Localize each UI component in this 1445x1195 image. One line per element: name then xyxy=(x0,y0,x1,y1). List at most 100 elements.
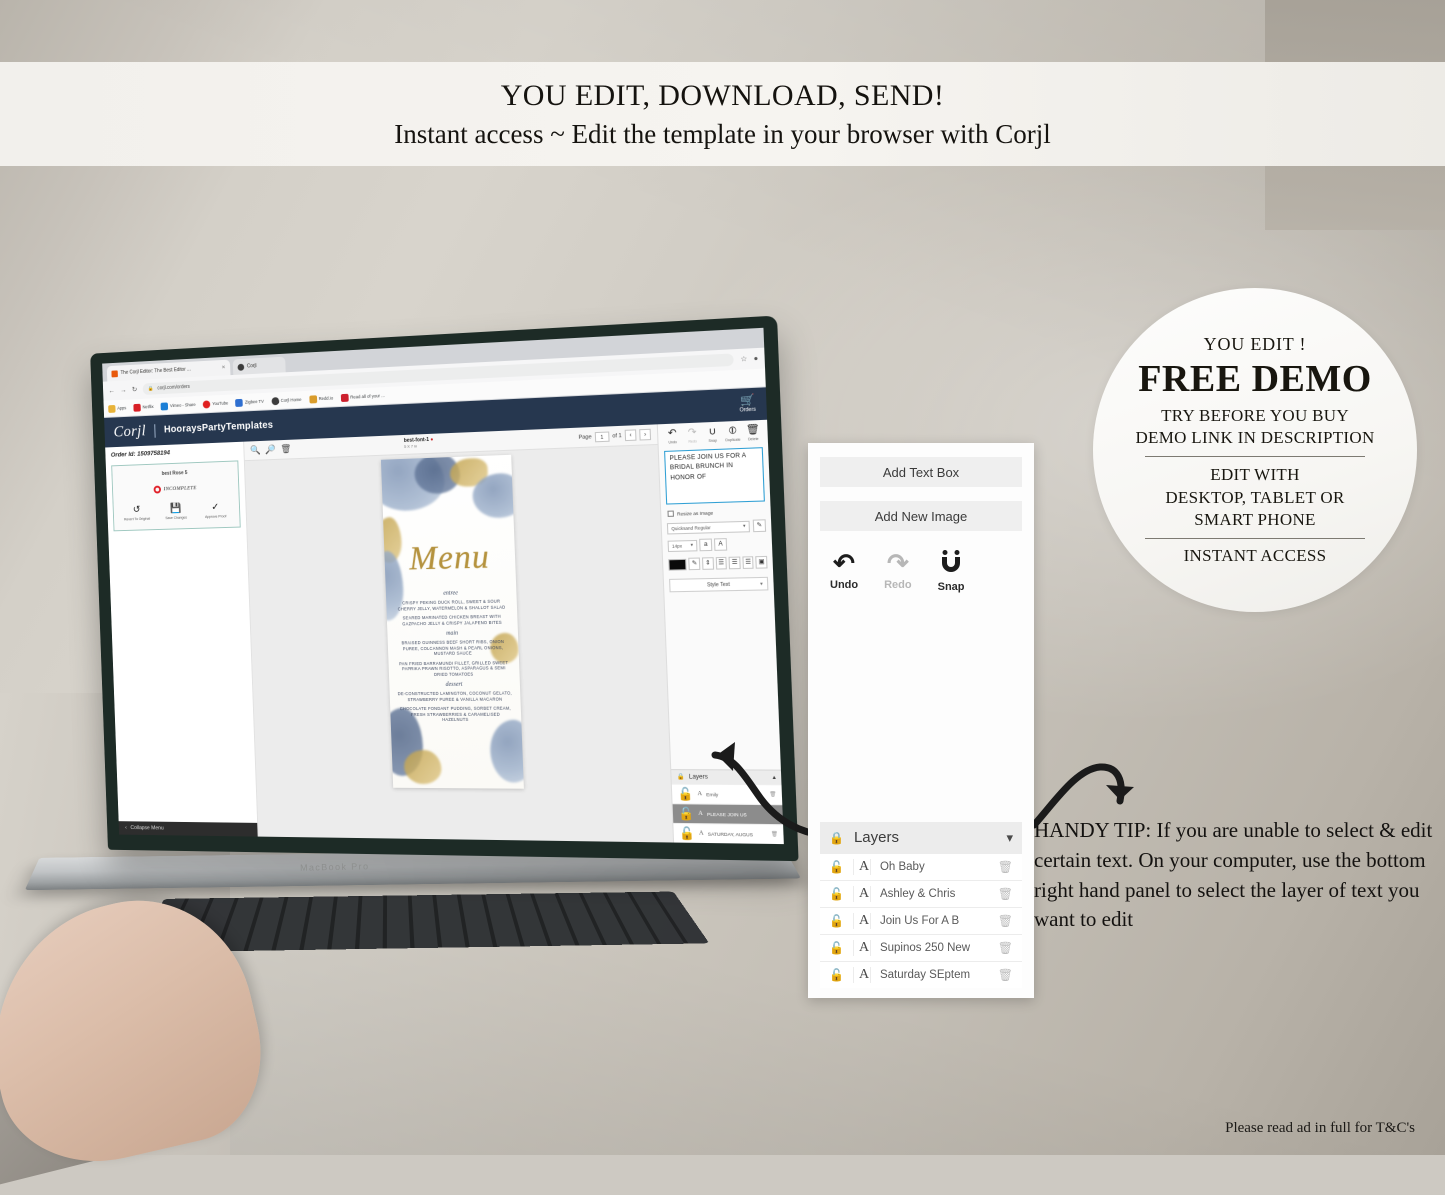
app-icon[interactable] xyxy=(287,843,300,844)
unsaved-dot-icon: ● xyxy=(430,437,433,443)
add-text-box-button[interactable]: Add Text Box xyxy=(820,457,1022,487)
resize-as-image-checkbox[interactable]: Resize as Image xyxy=(667,508,764,517)
lock-icon: 🔒 xyxy=(148,386,154,392)
template-title: Menu xyxy=(384,540,516,577)
chevron-left-icon[interactable]: ‹ xyxy=(625,429,637,441)
profile-icon[interactable]: ● xyxy=(753,355,758,363)
layer-name: Join Us For A B xyxy=(880,915,959,927)
bookmark-item[interactable]: YouTube xyxy=(203,399,229,408)
back-icon[interactable]: ← xyxy=(108,387,115,394)
bookmark-favicon-icon xyxy=(133,403,141,411)
magnet-snap-icon: ∪ xyxy=(708,427,716,438)
zoom-out-icon[interactable]: 🔎 xyxy=(265,444,276,455)
edge-icon[interactable] xyxy=(255,843,268,844)
undo-button[interactable]: ↶ Undo xyxy=(830,550,858,593)
trash-icon[interactable]: 🗑 xyxy=(998,941,1013,955)
trash-icon[interactable]: 🗑 xyxy=(280,444,291,455)
align-left-button[interactable]: ☰ xyxy=(715,557,727,570)
list-item[interactable]: 🔓 A Oh Baby 🗑 xyxy=(820,853,1022,880)
page-input[interactable]: 1 xyxy=(595,431,610,442)
duplicate-button[interactable]: ⦶ Duplicate xyxy=(722,426,743,442)
eyedropper-icon[interactable]: ✎ xyxy=(689,557,701,570)
decrease-font-button[interactable]: a xyxy=(699,538,712,551)
text-color-swatch[interactable] xyxy=(668,558,687,570)
redo-button[interactable]: ↷ Redo xyxy=(884,550,912,593)
revert-to-original-button[interactable]: ↺ Revert To Original xyxy=(117,505,156,522)
list-item[interactable]: 🔓 A Join Us For A B 🗑 xyxy=(820,907,1022,934)
browser-tab-second[interactable]: Corjl xyxy=(233,357,286,375)
windows-start-icon[interactable]: ▦ xyxy=(124,841,134,844)
chevron-down-icon[interactable]: ▾ xyxy=(1006,830,1013,846)
text-content-input[interactable]: PLEASE JOIN US FOR A BRIDAL BRUNCH IN HO… xyxy=(664,447,765,504)
lock-open-icon[interactable]: 🔓 xyxy=(829,887,844,901)
forward-icon[interactable]: → xyxy=(120,387,127,394)
snap-button[interactable]: ∪ Snap xyxy=(702,427,723,443)
align-center-button[interactable]: ☰ xyxy=(729,557,741,570)
undo-button[interactable]: ↶ Undo xyxy=(662,428,683,444)
font-size-select[interactable]: 14px ▾ xyxy=(668,539,698,551)
style-text-select[interactable]: Style Text ▾ xyxy=(669,577,768,593)
text-layer-icon: A xyxy=(853,940,871,956)
line-height-button[interactable]: ⇕ xyxy=(702,557,714,570)
format-row: ✎ ⇕ ☰ ☰ ☰ ▣ xyxy=(668,556,767,571)
lock-open-icon[interactable]: 🔓 xyxy=(829,941,844,955)
bookmark-favicon-icon xyxy=(341,393,349,401)
chevron-right-icon[interactable]: › xyxy=(639,429,651,441)
close-icon[interactable]: ✕ xyxy=(222,365,226,371)
lock-open-icon[interactable]: 🔓 xyxy=(829,968,844,982)
trash-icon[interactable]: 🗑 xyxy=(998,968,1013,982)
save-changes-button[interactable]: 💾 Save Changes xyxy=(156,504,195,521)
align-right-button[interactable]: ☰ xyxy=(742,556,754,569)
badge-devices-1: DESKTOP, TABLET OR xyxy=(1165,487,1344,509)
trash-icon[interactable]: 🗑 xyxy=(998,887,1013,901)
orders-button[interactable]: 🛒 Orders xyxy=(739,395,756,413)
increase-font-button[interactable]: A xyxy=(714,538,727,551)
bookmark-item[interactable]: Redd.io xyxy=(309,394,333,403)
list-item[interactable]: 🔓 A Supinos 250 New 🗑 xyxy=(820,934,1022,961)
layout-button[interactable]: ▣ xyxy=(756,556,768,569)
font-family-select[interactable]: Quicksand Regular ▾ xyxy=(667,520,750,534)
zoom-in-icon[interactable]: 🔍 xyxy=(250,445,261,456)
document-label: best-font-1 ● 5 X 7 in xyxy=(404,437,434,449)
layers-header[interactable]: 🔒 Layers ▾ xyxy=(820,822,1022,853)
lock-open-icon[interactable]: 🔓 xyxy=(829,860,844,874)
panel-tool-row: ↶ Undo ↷ Redo Snap xyxy=(820,545,1022,593)
menu-template-preview[interactable]: Menu entree CRISPY PEKING DUCK ROLL, SWE… xyxy=(381,455,524,789)
template-menu-item: PAN FRIED BARRAMUNDI FILLET, GRILLED SWE… xyxy=(396,660,511,678)
bookmark-item[interactable]: Read all of your ... xyxy=(341,392,385,402)
text-layer-icon: A xyxy=(853,913,871,929)
tab-favicon-icon xyxy=(111,370,118,377)
redo-button[interactable]: ↷ Redo xyxy=(682,428,703,444)
bookmark-item[interactable]: Corjl Home xyxy=(271,396,301,405)
trash-icon[interactable]: 🗑 xyxy=(998,860,1013,874)
collapse-menu-button[interactable]: ‹ Collapse Menu xyxy=(119,821,258,836)
snap-button[interactable]: Snap xyxy=(938,550,965,593)
font-preview-button[interactable]: ✎ xyxy=(753,519,766,532)
lock-open-icon[interactable]: 🔓 xyxy=(829,914,844,928)
delete-button[interactable]: 🗑 Delete xyxy=(743,425,764,441)
app-icon[interactable] xyxy=(271,843,284,844)
canvas-area: Menu entree CRISPY PEKING DUCK ROLL, SWE… xyxy=(245,445,673,843)
badge-edit-with: EDIT WITH xyxy=(1210,464,1299,486)
bookmark-item[interactable]: Vimeo - Share xyxy=(161,401,196,410)
order-card[interactable]: best Rose 5 INCOMPLETE ↺ Revert To Origi… xyxy=(111,460,241,531)
star-icon[interactable]: ☆ xyxy=(740,355,747,364)
bookmark-item[interactable]: Apps xyxy=(108,404,126,412)
list-item[interactable]: 🔓 A Ashley & Chris 🗑 xyxy=(820,880,1022,907)
page-label: Page xyxy=(578,434,591,441)
chevron-left-icon: ‹ xyxy=(125,825,127,831)
bookmark-item[interactable]: Netflix xyxy=(133,403,153,412)
taskbar-search-input[interactable]: Type here to search xyxy=(137,840,233,844)
reload-icon[interactable]: ↻ xyxy=(132,386,138,394)
template-menu-item: SEARED MARINATED CHICKEN BREAST WITH GAZ… xyxy=(395,614,510,627)
undo-icon: ↶ xyxy=(833,550,855,576)
corjl-logo[interactable]: Corjl xyxy=(113,422,146,441)
trash-icon[interactable]: 🗑 xyxy=(998,914,1013,928)
bookmark-item[interactable]: Zigbee TV xyxy=(235,397,263,406)
add-new-image-button[interactable]: Add New Image xyxy=(820,501,1022,531)
badge-divider xyxy=(1145,538,1365,539)
list-item[interactable]: 🔓 A Saturday SEptem 🗑 xyxy=(820,961,1022,988)
file-explorer-icon[interactable] xyxy=(240,843,253,844)
approve-proof-button[interactable]: ✓ Approve Proof xyxy=(196,502,236,519)
bookmark-favicon-icon xyxy=(108,404,115,412)
